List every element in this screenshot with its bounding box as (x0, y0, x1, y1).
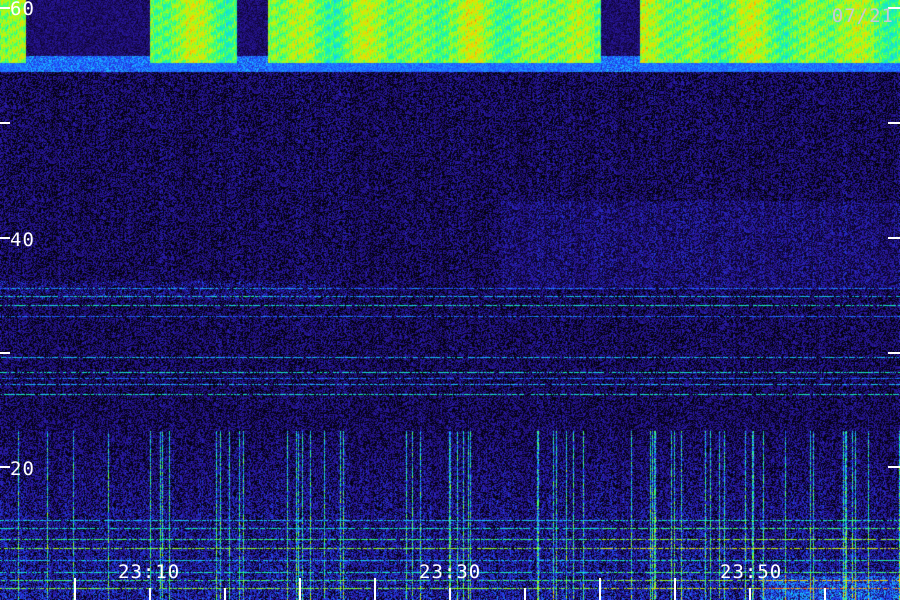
x-tick-label-2330: 23:30 (419, 561, 482, 583)
x-tick-label-2310: 23:10 (118, 561, 181, 583)
y-tick-label-60: 60 (10, 0, 35, 20)
x-tick-label-2350: 23:50 (720, 561, 783, 583)
axis-ticks (0, 7, 900, 600)
y-tick-label-20: 20 (10, 458, 35, 480)
y-tick-label-40: 40 (10, 229, 35, 251)
date-label: 07/21 (831, 5, 894, 27)
